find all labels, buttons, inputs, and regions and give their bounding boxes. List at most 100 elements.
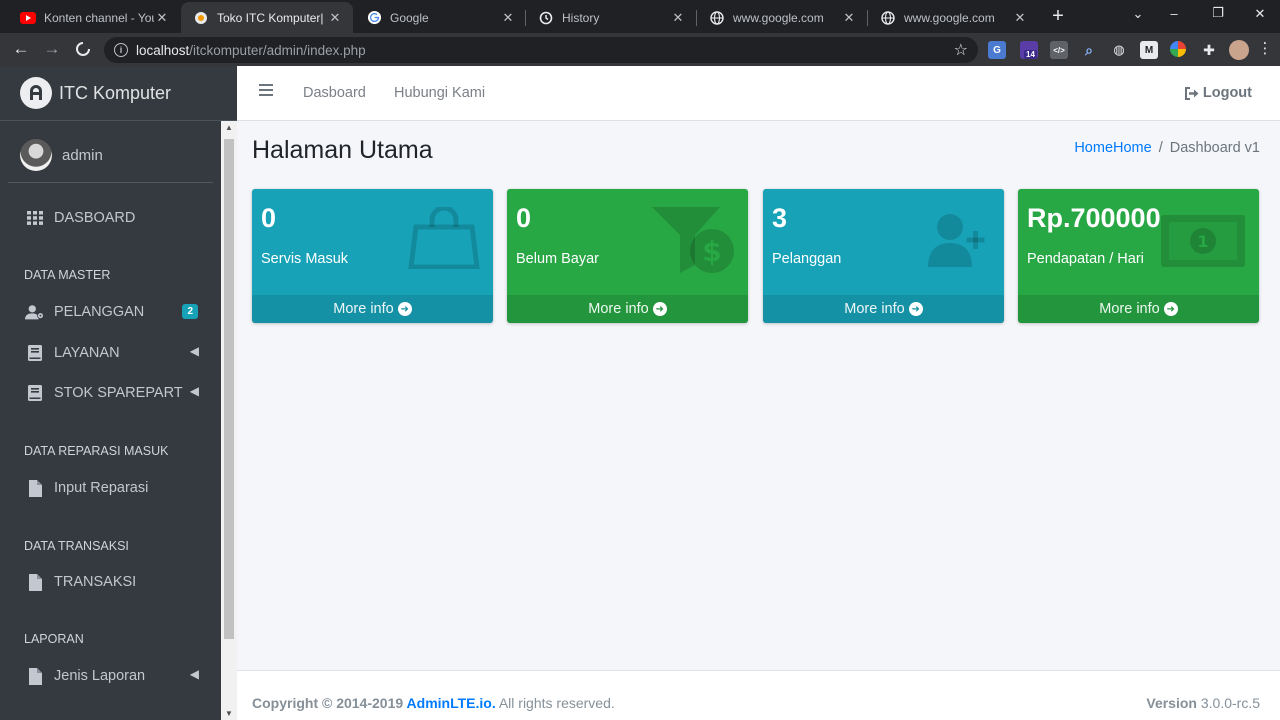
youtube-icon <box>20 10 36 26</box>
forward-icon[interactable]: → <box>41 38 63 60</box>
url-path: /itckomputer/admin/index.php <box>189 42 366 58</box>
arrow-circle-right-icon: ➜ <box>1163 302 1178 316</box>
loading-spinner-icon[interactable] <box>72 38 94 60</box>
sidebar-item-input-reparasi[interactable]: Input Reparasi <box>8 469 213 507</box>
footer-copyright: Copyright © 2014-2019 AdminLTE.io. All r… <box>252 695 615 711</box>
tab-title: Toko ITC Komputer| Dashboard <box>217 10 327 25</box>
new-tab-icon[interactable]: + <box>1047 5 1069 27</box>
breadcrumb: HomeHome / Dashboard v1 <box>1074 140 1260 156</box>
book-icon <box>25 345 45 361</box>
sidebar-item-label: DASBOARD <box>54 210 136 226</box>
minimize-icon[interactable]: – <box>1164 6 1184 21</box>
more-info-link[interactable]: More info ➜ <box>763 295 1004 323</box>
stat-label: Pelanggan <box>772 251 842 267</box>
sidebar-item-dasboard[interactable]: DASBOARD <box>8 199 213 237</box>
chevron-left-icon[interactable]: ◀ <box>190 344 199 358</box>
close-icon[interactable]: ✕ <box>154 10 170 26</box>
extension-badge: 14 <box>1024 50 1037 59</box>
back-icon[interactable]: ← <box>10 38 32 60</box>
logout-button[interactable]: Logout <box>1184 85 1252 101</box>
avatar <box>20 139 52 171</box>
browser-tab-active[interactable]: Toko ITC Komputer| Dashboard ✕ <box>181 2 353 33</box>
nav-header-data-transaksi: DATA TRANSAKSI <box>24 539 129 553</box>
chevron-left-icon[interactable]: ◀ <box>190 667 199 681</box>
scroll-up-icon[interactable]: ▲ <box>221 123 237 132</box>
sidebar-item-layanan[interactable]: LAYANAN ◀ <box>8 334 213 372</box>
color-extension-icon[interactable] <box>1170 41 1186 57</box>
browser-tab-globe-2[interactable]: www.google.com ✕ <box>868 2 1038 33</box>
browser-tab-globe-1[interactable]: www.google.com ✕ <box>697 2 867 33</box>
m-extension-icon[interactable]: M <box>1140 41 1158 59</box>
user-plus-icon <box>928 209 990 276</box>
star-icon[interactable]: ☆ <box>954 40 968 60</box>
sidebar-item-transaksi[interactable]: TRANSAKSI <box>8 563 213 601</box>
funnel-dollar-icon: $ <box>650 205 736 280</box>
stat-label: Pendapatan / Hari <box>1027 251 1144 267</box>
page-title: Halaman Utama <box>252 136 433 164</box>
scroll-down-icon[interactable]: ▼ <box>221 709 237 718</box>
close-icon[interactable]: ✕ <box>500 10 516 26</box>
logout-label: Logout <box>1202 85 1252 101</box>
nav-header-data-master: DATA MASTER <box>24 268 111 282</box>
top-navbar: Dasboard Hubungi Kami Logout <box>237 66 1280 121</box>
nav-link-dasboard[interactable]: Dasboard <box>303 85 366 101</box>
more-info-link[interactable]: More info ➜ <box>1018 295 1259 323</box>
sidebar-scrollbar[interactable]: ▲ ▼ <box>221 121 237 720</box>
sign-out-icon <box>1184 86 1199 100</box>
file-icon <box>25 479 45 497</box>
svg-text:1: 1 <box>1197 232 1208 251</box>
stat-value: 0 <box>261 203 277 233</box>
browser-tab-youtube[interactable]: Konten channel - YouTube ✕ <box>8 2 180 33</box>
more-info-label: More info <box>588 301 649 317</box>
chevron-left-icon[interactable]: ◀ <box>190 384 199 398</box>
globe-icon <box>709 10 725 26</box>
sidebar-item-stok-sparepart[interactable]: STOK SPAREPART ◀ <box>8 374 213 412</box>
address-bar[interactable]: i localhost/itckomputer/admin/index.php … <box>104 37 978 63</box>
user-cog-icon <box>25 304 45 321</box>
extension-icon[interactable]: 14 <box>1020 41 1038 59</box>
translate-extension-icon[interactable]: G <box>988 41 1006 59</box>
tab-search-icon[interactable]: ⌄ <box>1128 6 1148 22</box>
adminlte-link[interactable]: AdminLTE.io. <box>407 695 496 711</box>
grid-icon <box>25 211 45 225</box>
count-badge: 2 <box>182 304 198 319</box>
sidebar: ITC Komputer ▲ ▼ admin DASBOARD DATA MAS… <box>0 66 237 720</box>
browser-tab-google[interactable]: Google ✕ <box>354 2 526 33</box>
maximize-icon[interactable]: ❐ <box>1208 5 1228 21</box>
nav-link-hubungi-kami[interactable]: Hubungi Kami <box>394 85 485 101</box>
code-extension-icon[interactable]: </> <box>1050 41 1068 59</box>
sidebar-item-jenis-laporan[interactable]: Jenis Laporan ◀ <box>8 657 213 695</box>
file-icon <box>25 667 45 685</box>
close-icon[interactable]: ✕ <box>670 10 686 26</box>
browser-tab-history[interactable]: History ✕ <box>526 2 696 33</box>
scrollbar-thumb[interactable] <box>224 139 234 639</box>
profile-avatar[interactable] <box>1229 40 1249 60</box>
arrow-circle-right-icon: ➜ <box>397 302 412 316</box>
breadcrumb-home-link[interactable]: HomeHome <box>1074 140 1151 156</box>
info-icon[interactable]: i <box>114 43 128 57</box>
arrow-circle-right-icon: ➜ <box>652 302 667 316</box>
search-extension-icon[interactable]: ⌕ <box>1080 41 1098 59</box>
menu-kebab-icon[interactable]: ⋮ <box>1254 38 1276 60</box>
user-panel[interactable]: admin <box>8 128 213 183</box>
more-info-link[interactable]: More info ➜ <box>252 295 493 323</box>
puzzle-icon[interactable]: ✚ <box>1200 41 1218 59</box>
close-icon[interactable]: ✕ <box>1012 10 1028 26</box>
history-icon <box>538 10 554 26</box>
brand-link[interactable]: ITC Komputer <box>0 66 237 121</box>
globe-extension-icon[interactable]: ◍ <box>1110 41 1128 59</box>
sidebar-item-pelanggan[interactable]: PELANGGAN 2 <box>8 293 213 331</box>
stat-value: 0 <box>516 203 532 233</box>
stat-value: Rp.700000 <box>1027 203 1161 233</box>
tab-title: History <box>562 10 600 25</box>
window-close-icon[interactable]: ✕ <box>1250 6 1270 22</box>
menu-toggle-icon[interactable] <box>259 84 273 99</box>
stat-box-pendapatan: Rp.700000 Pendapatan / Hari 1 More info ➜ <box>1018 189 1259 323</box>
google-icon <box>366 10 382 26</box>
browser-tab-bar: Konten channel - YouTube ✕ Toko ITC Komp… <box>0 0 1280 33</box>
more-info-link[interactable]: More info ➜ <box>507 295 748 323</box>
tab-title: www.google.com <box>904 10 995 25</box>
close-icon[interactable]: ✕ <box>841 10 857 26</box>
close-icon[interactable]: ✕ <box>327 10 343 26</box>
shopping-bag-icon <box>407 205 481 274</box>
